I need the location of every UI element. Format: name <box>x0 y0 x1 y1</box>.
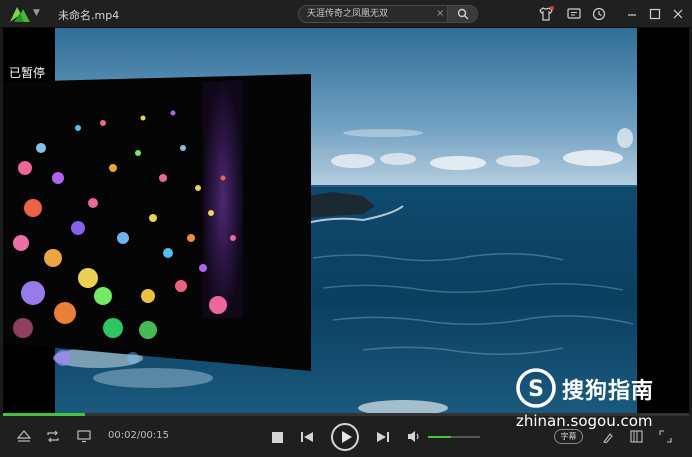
sogou-logo-icon: S <box>516 368 556 408</box>
volume-slider[interactable] <box>428 436 480 438</box>
volume-level <box>428 436 452 438</box>
watermark-name: 搜狗指南 <box>562 379 655 404</box>
eject-icon[interactable] <box>17 430 31 443</box>
paused-status: 已暂停 <box>9 66 46 80</box>
close-button[interactable] <box>670 6 686 22</box>
screen-icon[interactable] <box>77 430 91 443</box>
clear-search-icon[interactable]: × <box>436 7 444 21</box>
maximize-icon <box>649 8 661 20</box>
fullscreen-icon[interactable] <box>659 430 672 443</box>
play-icon <box>342 431 352 443</box>
notification-dot <box>550 6 554 10</box>
minimize-icon <box>628 14 636 16</box>
previous-icon[interactable] <box>301 431 313 443</box>
maximize-button[interactable] <box>647 6 663 22</box>
close-icon <box>673 9 683 19</box>
watermark-url: zhinan.sogou.com <box>516 412 653 430</box>
video-frame[interactable]: 已暂停 <box>3 28 689 414</box>
stop-icon[interactable] <box>272 432 283 443</box>
chevron-down-icon[interactable]: ▼ <box>33 8 40 18</box>
search-icon <box>457 8 469 20</box>
time-display: 00:02/00:15 <box>108 430 170 441</box>
search-box: × <box>298 5 478 23</box>
search-input[interactable] <box>307 6 433 22</box>
history-button[interactable] <box>591 6 607 22</box>
window-title: 未命名.mp4 <box>58 9 120 22</box>
subtitle-button[interactable]: 字幕 <box>554 429 583 444</box>
logo-icon[interactable] <box>9 5 31 23</box>
title-bar: ▼ 未命名.mp4 × <box>0 0 692 28</box>
message-button[interactable] <box>566 6 582 22</box>
playlist-icon[interactable] <box>630 430 643 443</box>
skin-button[interactable] <box>538 6 554 22</box>
svg-text:S: S <box>528 377 544 402</box>
message-icon <box>567 8 581 19</box>
video-picture <box>3 28 689 414</box>
volume-icon[interactable] <box>407 430 421 443</box>
tools-icon[interactable] <box>601 430 614 443</box>
play-button[interactable] <box>331 423 359 451</box>
next-icon[interactable] <box>377 431 389 443</box>
search-button[interactable] <box>447 6 477 22</box>
minimize-button[interactable] <box>624 6 640 22</box>
repeat-icon[interactable] <box>46 430 60 443</box>
clock-icon <box>592 7 606 21</box>
